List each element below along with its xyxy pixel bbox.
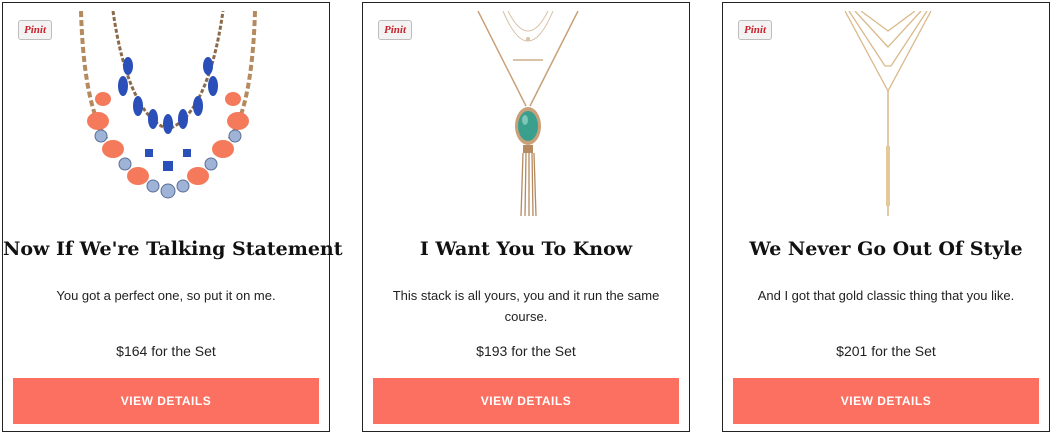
layered-gold-necklace-image[interactable] — [773, 11, 1003, 221]
view-details-button[interactable]: VIEW DETAILS — [373, 378, 679, 424]
view-details-button[interactable]: VIEW DETAILS — [733, 378, 1039, 424]
card-price: $193 for the Set — [476, 343, 576, 359]
product-card-stack: Pinit I Want You To Know This stack is a… — [362, 2, 690, 432]
pin-it-button[interactable]: Pinit — [18, 20, 53, 40]
card-description: And I got that gold classic thing that y… — [757, 288, 1015, 303]
pin-it-button[interactable]: Pinit — [378, 20, 413, 40]
layered-gold-necklace-icon — [844, 11, 932, 216]
pin-it-button[interactable]: Pinit — [738, 20, 773, 40]
product-card-statement: Pinit Now If We're Talking Statement You… — [2, 2, 343, 432]
card-description: This stack is all yours, you and it run … — [392, 288, 660, 324]
product-card-classic: Pinit We Never Go Out Of Style And I got… — [722, 2, 1050, 432]
card-title: Now If We're Talking Statement — [3, 238, 343, 260]
card-price: $201 for the Set — [836, 343, 936, 359]
card-title: I Want You To Know — [419, 238, 633, 260]
card-title: We Never Go Out Of Style — [749, 238, 1023, 260]
view-details-button[interactable]: VIEW DETAILS — [13, 378, 319, 424]
statement-necklace-icon — [79, 11, 257, 199]
pendant-necklace-icon — [477, 11, 579, 217]
pendant-necklace-image[interactable] — [413, 11, 643, 221]
statement-necklace-image[interactable] — [53, 11, 283, 221]
card-price: $164 for the Set — [116, 343, 216, 359]
card-description: You got a perfect one, so put it on me. — [56, 288, 276, 303]
